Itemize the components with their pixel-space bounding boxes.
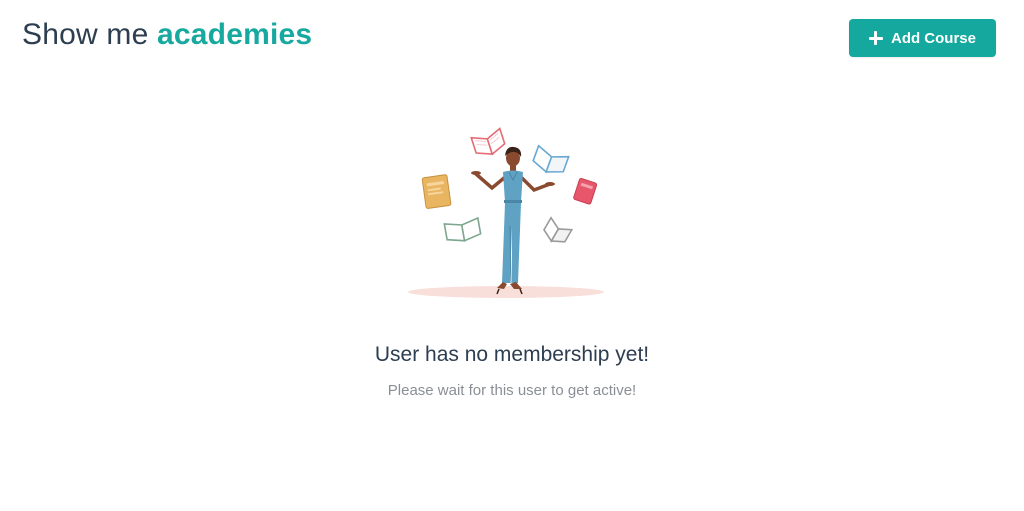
open-book-green-icon — [443, 216, 482, 242]
add-course-button[interactable]: Add Course — [849, 19, 996, 57]
add-course-button-label: Add Course — [890, 29, 976, 47]
page-header: Show me academies Add Course — [0, 0, 1024, 76]
ground-shadow — [408, 286, 604, 298]
page-title: Show me academies — [22, 17, 312, 53]
closed-book-pink-icon — [573, 178, 598, 205]
woman-juggling-books-illustration — [408, 127, 604, 298]
page-title-accent: academies — [157, 18, 313, 51]
empty-state-subtitle: Please wait for this user to get active! — [387, 382, 637, 399]
open-book-red-icon — [470, 127, 506, 156]
empty-state-title: User has no membership yet! — [374, 343, 650, 366]
plus-icon — [868, 31, 883, 45]
open-book-blue-icon — [532, 144, 570, 174]
closed-book-yellow-icon — [421, 174, 452, 209]
open-book-grey-icon — [543, 216, 574, 243]
page-title-prefix: Show me — [22, 18, 149, 51]
